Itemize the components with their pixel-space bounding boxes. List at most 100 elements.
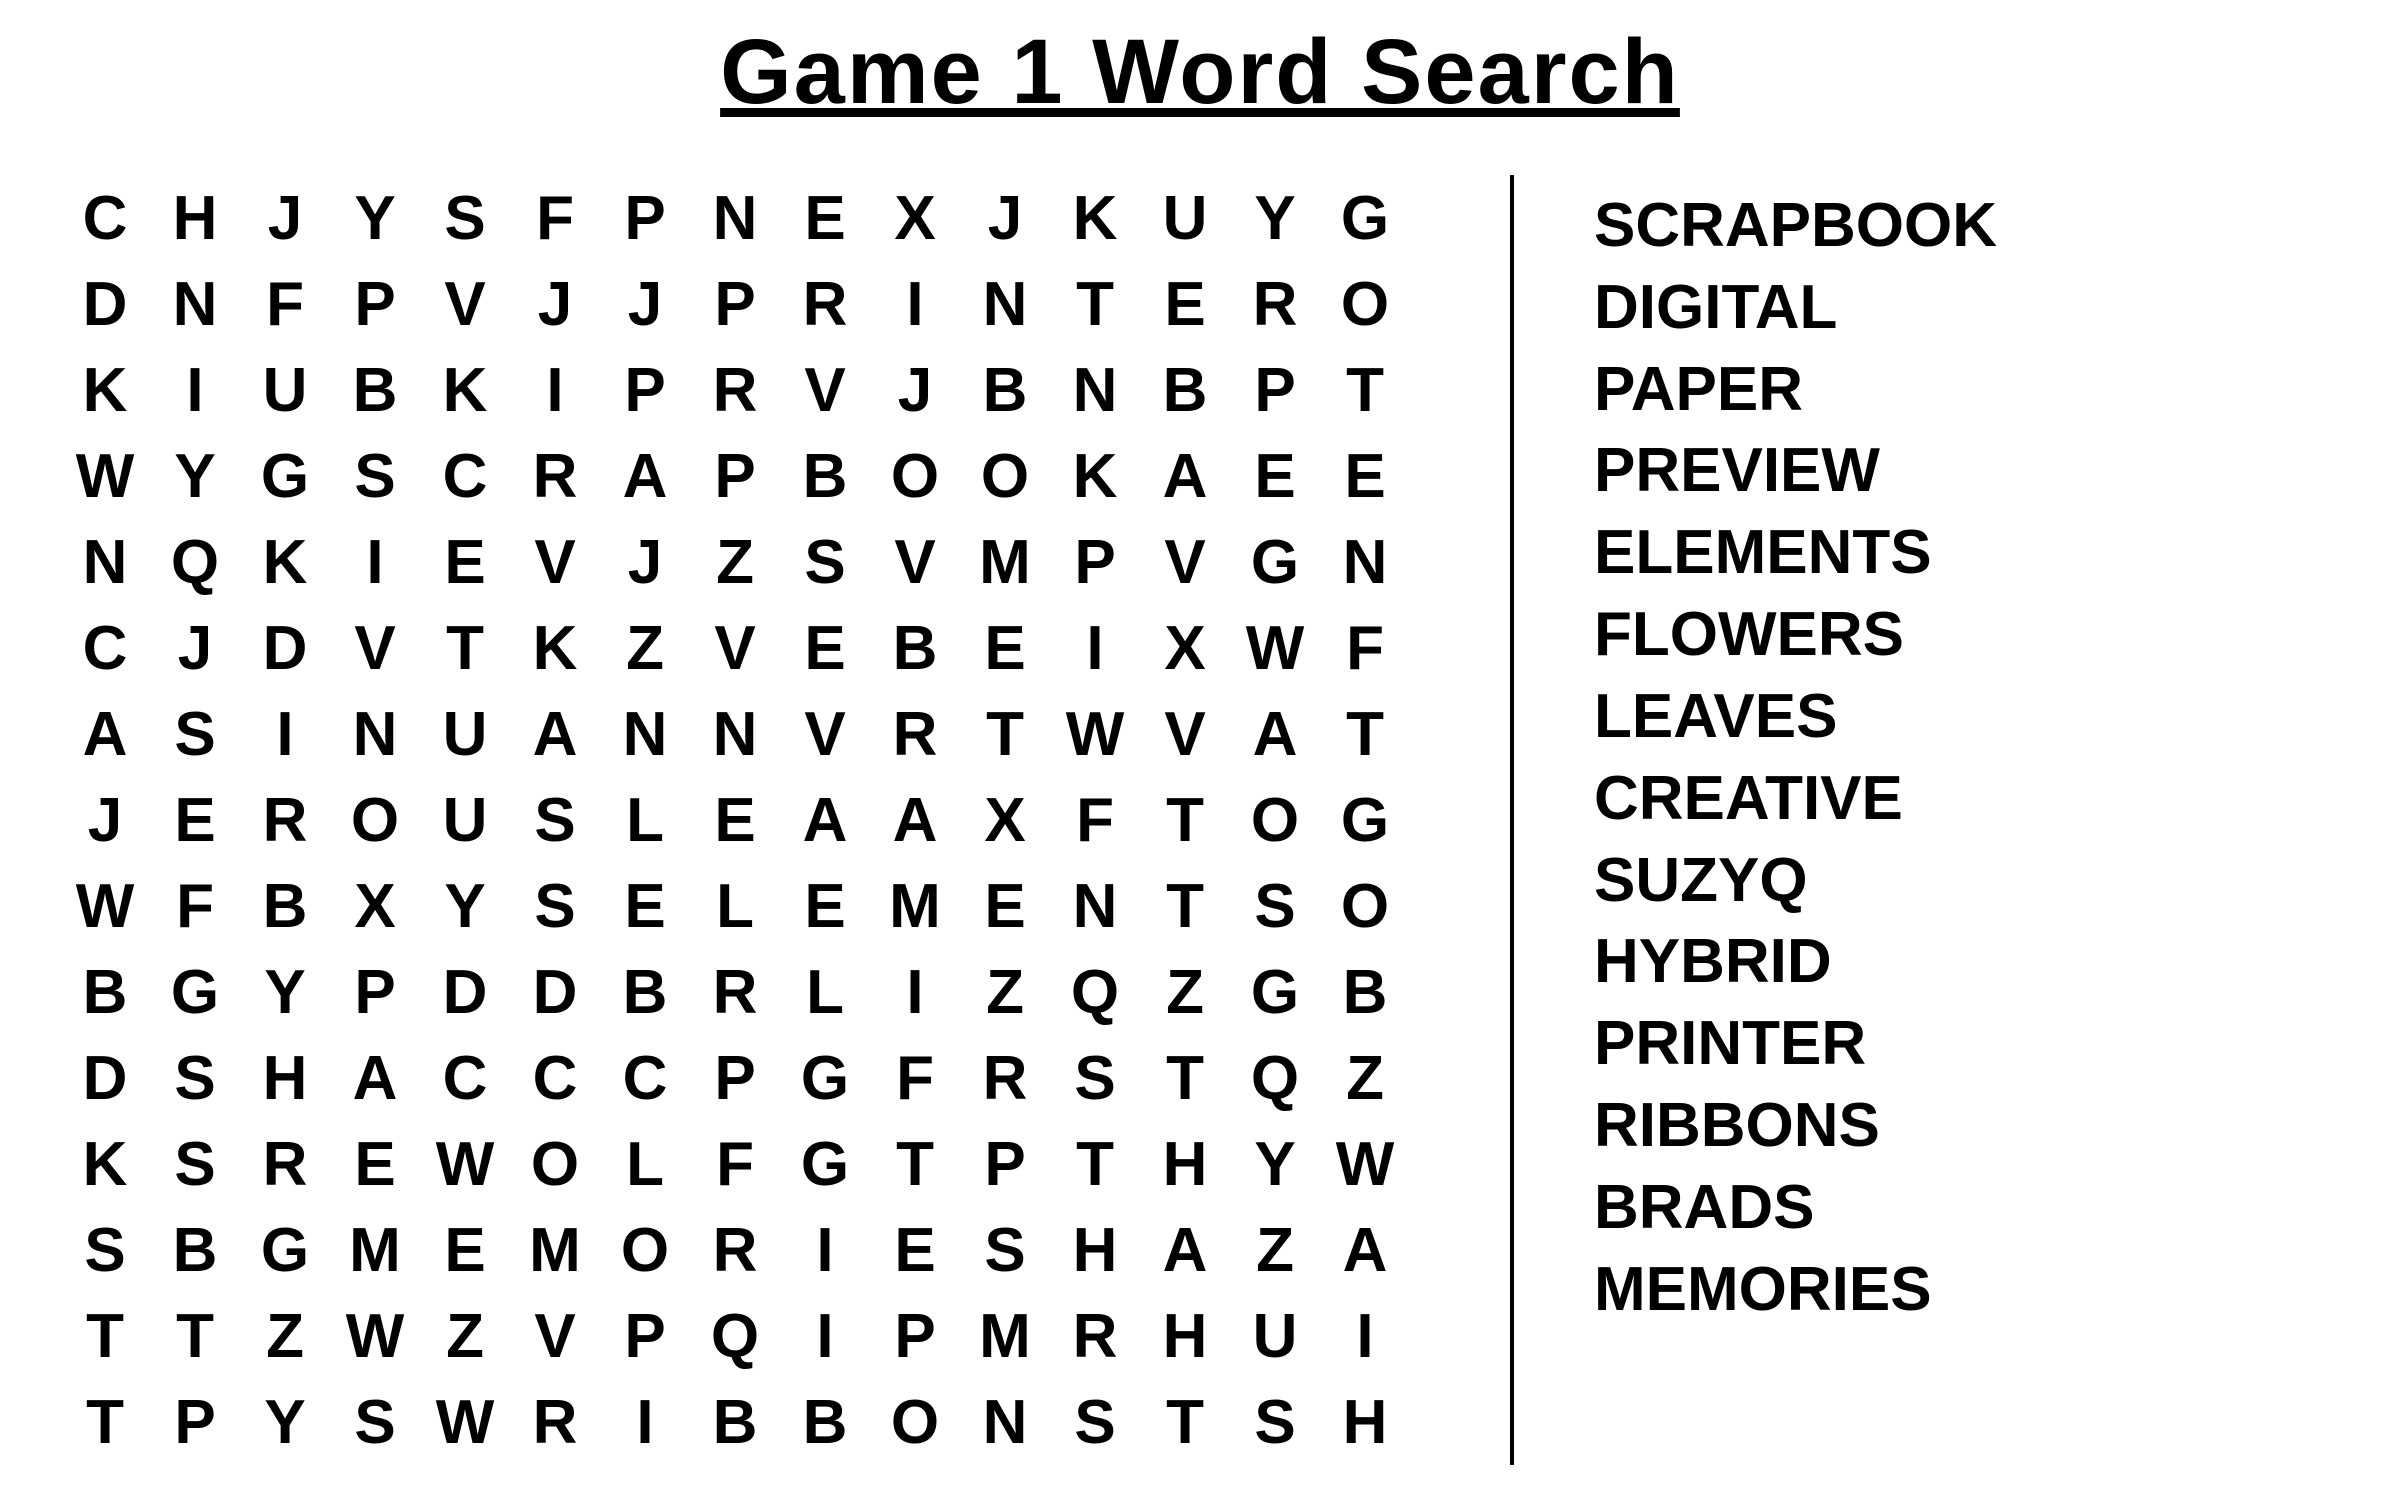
grid-cell-1-2: F xyxy=(240,261,330,347)
grid-cell-2-5: I xyxy=(510,347,600,433)
grid-cell-8-14: O xyxy=(1320,863,1410,949)
grid-cell-5-4: T xyxy=(420,605,510,691)
grid-cell-11-1: S xyxy=(150,1121,240,1207)
grid-cell-8-12: T xyxy=(1140,863,1230,949)
grid-cell-11-3: E xyxy=(330,1121,420,1207)
grid-cell-9-9: I xyxy=(870,949,960,1035)
grid-cell-3-4: C xyxy=(420,433,510,519)
grid-cell-0-2: J xyxy=(240,175,330,261)
grid-cell-4-2: K xyxy=(240,519,330,605)
grid-cell-5-2: D xyxy=(240,605,330,691)
grid-cell-7-8: A xyxy=(780,777,870,863)
word-list-item: PRINTER xyxy=(1594,1003,2340,1085)
grid-cell-14-9: O xyxy=(870,1379,960,1465)
grid-cell-7-7: E xyxy=(690,777,780,863)
grid-cell-5-13: W xyxy=(1230,605,1320,691)
grid-cell-5-14: F xyxy=(1320,605,1410,691)
grid-cell-10-14: Z xyxy=(1320,1035,1410,1121)
grid-cell-3-12: A xyxy=(1140,433,1230,519)
grid-cell-11-11: T xyxy=(1050,1121,1140,1207)
grid-cell-5-0: C xyxy=(60,605,150,691)
grid-cell-1-13: R xyxy=(1230,261,1320,347)
grid-cell-1-0: D xyxy=(60,261,150,347)
grid-cell-11-14: W xyxy=(1320,1121,1410,1207)
word-list-item: BRADS xyxy=(1594,1167,2340,1249)
grid-cell-7-10: X xyxy=(960,777,1050,863)
grid-cell-9-2: Y xyxy=(240,949,330,1035)
grid-cell-7-3: O xyxy=(330,777,420,863)
grid-cell-6-8: V xyxy=(780,691,870,777)
grid-row: TPYSWRIBBONSTSH xyxy=(60,1379,1410,1465)
grid-cell-9-13: G xyxy=(1230,949,1320,1035)
grid-cell-6-4: U xyxy=(420,691,510,777)
grid-cell-7-11: F xyxy=(1050,777,1140,863)
grid-cell-13-0: T xyxy=(60,1293,150,1379)
grid-cell-2-3: B xyxy=(330,347,420,433)
grid-row: SBGMEMORIESHAZA xyxy=(60,1207,1410,1293)
main-content: CHJYSFPNEXJKUYGDNFPVJJPRINTEROKIUBKIPRVJ… xyxy=(60,175,2340,1465)
grid-cell-8-6: E xyxy=(600,863,690,949)
grid-cell-9-8: L xyxy=(780,949,870,1035)
word-list-item: PAPER xyxy=(1594,349,2340,431)
grid-cell-12-1: B xyxy=(150,1207,240,1293)
grid-cell-2-2: U xyxy=(240,347,330,433)
grid-cell-13-7: Q xyxy=(690,1293,780,1379)
grid-cell-11-8: G xyxy=(780,1121,870,1207)
grid-cell-13-2: Z xyxy=(240,1293,330,1379)
grid-cell-13-5: V xyxy=(510,1293,600,1379)
grid-cell-9-1: G xyxy=(150,949,240,1035)
grid-row: KSREWOLFGTPTHYW xyxy=(60,1121,1410,1207)
grid-cell-8-1: F xyxy=(150,863,240,949)
grid-cell-6-12: V xyxy=(1140,691,1230,777)
grid-cell-12-7: R xyxy=(690,1207,780,1293)
grid-row: BGYPDDBRLIZQZGB xyxy=(60,949,1410,1035)
grid-section: CHJYSFPNEXJKUYGDNFPVJJPRINTEROKIUBKIPRVJ… xyxy=(60,175,1470,1465)
grid-cell-10-11: S xyxy=(1050,1035,1140,1121)
grid-cell-4-5: V xyxy=(510,519,600,605)
grid-cell-9-10: Z xyxy=(960,949,1050,1035)
grid-cell-3-5: R xyxy=(510,433,600,519)
grid-row: WYGSCRAPBOOKAEE xyxy=(60,433,1410,519)
grid-cell-2-8: V xyxy=(780,347,870,433)
grid-cell-0-13: Y xyxy=(1230,175,1320,261)
grid-cell-5-3: V xyxy=(330,605,420,691)
grid-cell-14-7: B xyxy=(690,1379,780,1465)
grid-cell-6-6: N xyxy=(600,691,690,777)
grid-cell-12-8: I xyxy=(780,1207,870,1293)
word-search-grid: CHJYSFPNEXJKUYGDNFPVJJPRINTEROKIUBKIPRVJ… xyxy=(60,175,1410,1465)
grid-cell-2-7: R xyxy=(690,347,780,433)
grid-cell-13-3: W xyxy=(330,1293,420,1379)
grid-cell-14-5: R xyxy=(510,1379,600,1465)
grid-cell-2-0: K xyxy=(60,347,150,433)
grid-cell-2-6: P xyxy=(600,347,690,433)
grid-cell-12-12: A xyxy=(1140,1207,1230,1293)
grid-cell-10-13: Q xyxy=(1230,1035,1320,1121)
grid-cell-9-4: D xyxy=(420,949,510,1035)
grid-cell-6-10: T xyxy=(960,691,1050,777)
grid-cell-13-1: T xyxy=(150,1293,240,1379)
grid-cell-11-12: H xyxy=(1140,1121,1230,1207)
word-list-item: FLOWERS xyxy=(1594,594,2340,676)
grid-cell-10-2: H xyxy=(240,1035,330,1121)
grid-cell-0-1: H xyxy=(150,175,240,261)
grid-row: CHJYSFPNEXJKUYG xyxy=(60,175,1410,261)
grid-cell-0-4: S xyxy=(420,175,510,261)
grid-cell-12-4: E xyxy=(420,1207,510,1293)
grid-cell-1-1: N xyxy=(150,261,240,347)
grid-cell-13-4: Z xyxy=(420,1293,510,1379)
grid-cell-14-12: T xyxy=(1140,1379,1230,1465)
grid-cell-8-2: B xyxy=(240,863,330,949)
grid-cell-9-11: Q xyxy=(1050,949,1140,1035)
grid-cell-11-2: R xyxy=(240,1121,330,1207)
grid-cell-4-3: I xyxy=(330,519,420,605)
grid-cell-0-11: K xyxy=(1050,175,1140,261)
grid-cell-6-11: W xyxy=(1050,691,1140,777)
grid-cell-0-10: J xyxy=(960,175,1050,261)
grid-cell-9-5: D xyxy=(510,949,600,1035)
grid-cell-5-10: E xyxy=(960,605,1050,691)
grid-cell-6-9: R xyxy=(870,691,960,777)
grid-cell-14-4: W xyxy=(420,1379,510,1465)
grid-cell-11-10: P xyxy=(960,1121,1050,1207)
grid-cell-14-10: N xyxy=(960,1379,1050,1465)
grid-cell-2-10: B xyxy=(960,347,1050,433)
